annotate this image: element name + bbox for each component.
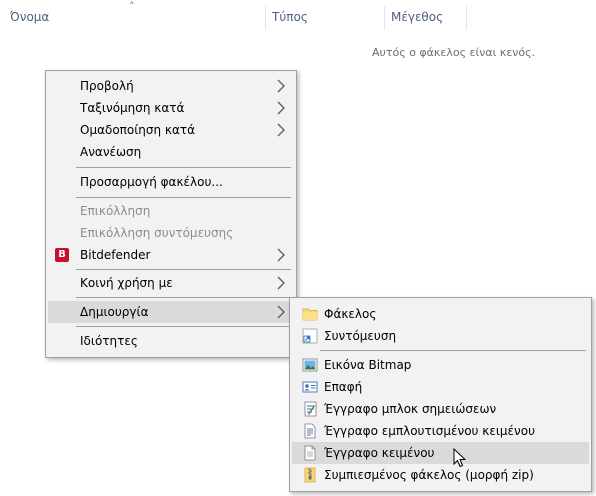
folder-icon	[302, 308, 318, 321]
menu-item-bitdefender[interactable]: B Bitdefender	[48, 244, 294, 266]
column-name[interactable]: Όνομα	[10, 10, 49, 24]
submenu-item-label: Φάκελος	[324, 307, 377, 321]
submenu-item-label: Επαφή	[324, 380, 363, 394]
menu-item-new[interactable]: Δημιουργία	[48, 301, 294, 323]
chevron-right-icon	[277, 123, 285, 137]
column-type[interactable]: Τύπος	[272, 10, 308, 24]
column-divider[interactable]	[265, 6, 266, 30]
menu-item-label: Bitdefender	[80, 248, 151, 262]
menu-separator	[76, 297, 291, 298]
new-rich-text-item[interactable]: Έγγραφο εμπλουτισμένου κειμένου	[292, 420, 589, 442]
bitdefender-icon: B	[55, 248, 69, 262]
menu-item-label: Ανανέωση	[80, 145, 142, 159]
menu-item-label: Κοινή χρήση με	[80, 276, 173, 290]
context-menu: Προβολή Ταξινόμηση κατά Ομαδοποίηση κατά…	[45, 70, 297, 358]
menu-item-properties[interactable]: Ιδιότητες	[48, 330, 294, 352]
chevron-right-icon	[277, 248, 285, 262]
menu-item-label: Προβολή	[80, 79, 134, 93]
contact-icon	[302, 381, 318, 393]
new-text-document-item[interactable]: Έγγραφο κειμένου	[292, 442, 589, 464]
shortcut-icon	[302, 328, 318, 344]
menu-item-paste-shortcut[interactable]: Επικόλληση συντόμευσης	[48, 222, 294, 244]
new-zip-folder-item[interactable]: Συμπιεσμένος φάκελος (μορφή zip)	[292, 464, 589, 486]
rich-text-icon	[304, 423, 316, 439]
menu-item-label: Ταξινόμηση κατά	[80, 101, 185, 115]
menu-item-label: Ομαδοποίηση κατά	[80, 123, 196, 137]
submenu-item-label: Έγγραφο κειμένου	[324, 446, 435, 460]
empty-folder-message: Αυτός ο φάκελος είναι κενός.	[372, 46, 536, 59]
menu-item-view[interactable]: Προβολή	[48, 75, 294, 97]
chevron-right-icon	[277, 305, 285, 319]
new-submenu: Φάκελος Συντόμευση Εικόνα Bitmap Επαφή Έ…	[289, 297, 592, 492]
new-contact-item[interactable]: Επαφή	[292, 376, 589, 398]
menu-separator	[76, 167, 291, 168]
menu-separator	[76, 197, 291, 198]
chevron-right-icon	[277, 79, 285, 93]
column-header: ˄ Όνομα Τύπος Μέγεθος	[0, 0, 596, 34]
menu-item-label: Ιδιότητες	[80, 334, 138, 348]
new-bitmap-item[interactable]: Εικόνα Bitmap	[292, 354, 589, 376]
column-divider[interactable]	[466, 6, 467, 30]
mouse-cursor-icon	[453, 448, 467, 468]
zip-folder-icon	[304, 467, 316, 483]
sort-ascending-icon: ˄	[129, 0, 135, 13]
submenu-item-label: Συμπιεσμένος φάκελος (μορφή zip)	[324, 468, 534, 482]
chevron-right-icon	[277, 276, 285, 290]
submenu-item-label: Εικόνα Bitmap	[324, 358, 412, 372]
menu-item-label: Επικόλληση συντόμευσης	[80, 226, 234, 240]
new-shortcut-item[interactable]: Συντόμευση	[292, 325, 589, 347]
menu-item-label: Δημιουργία	[80, 305, 149, 319]
bitmap-icon	[302, 358, 318, 372]
submenu-item-label: Έγγραφο μπλοκ σημειώσεων	[324, 402, 497, 416]
new-folder-item[interactable]: Φάκελος	[292, 303, 589, 325]
chevron-right-icon	[277, 101, 285, 115]
column-divider[interactable]	[384, 6, 385, 30]
menu-item-refresh[interactable]: Ανανέωση	[48, 141, 294, 163]
submenu-item-label: Έγγραφο εμπλουτισμένου κειμένου	[324, 424, 536, 438]
menu-item-label: Προσαρμογή φακέλου...	[80, 175, 223, 189]
submenu-item-label: Συντόμευση	[324, 329, 397, 343]
menu-item-group-by[interactable]: Ομαδοποίηση κατά	[48, 119, 294, 141]
journal-icon	[304, 401, 317, 417]
menu-separator	[320, 350, 586, 351]
menu-item-customize-folder[interactable]: Προσαρμογή φακέλου...	[48, 171, 294, 193]
new-journal-item[interactable]: Έγγραφο μπλοκ σημειώσεων	[292, 398, 589, 420]
menu-item-sort-by[interactable]: Ταξινόμηση κατά	[48, 97, 294, 119]
menu-item-label: Επικόλληση	[80, 204, 151, 218]
column-size[interactable]: Μέγεθος	[391, 10, 443, 24]
menu-item-share-with[interactable]: Κοινή χρήση με	[48, 272, 294, 294]
text-document-icon	[304, 445, 316, 461]
menu-separator	[76, 269, 291, 270]
menu-separator	[76, 326, 291, 327]
menu-item-paste[interactable]: Επικόλληση	[48, 200, 294, 222]
